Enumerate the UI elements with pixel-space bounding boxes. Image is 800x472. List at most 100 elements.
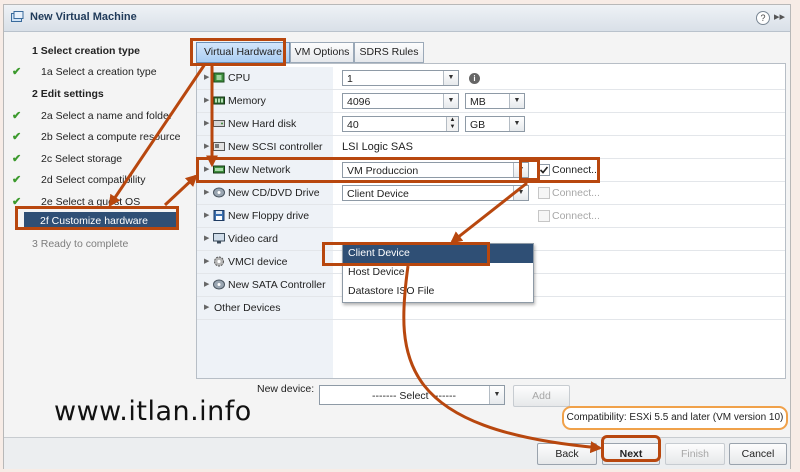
floppy-connect-label: Connect... (552, 210, 600, 222)
gear-icon (214, 256, 224, 267)
chevron-down-icon[interactable]: ▼ (513, 186, 528, 200)
network-connect-label: Connect... (552, 164, 600, 176)
tab-vm-options[interactable]: VM Options (290, 42, 354, 63)
tab-virtual-hardware[interactable]: Virtual Hardware (196, 42, 290, 63)
chevron-down-icon[interactable]: ▼ (509, 117, 524, 131)
menu-item-client-device[interactable]: Client Device (343, 244, 533, 263)
memory-unit-select[interactable]: MB ▼ (465, 93, 525, 109)
cdrom-label-cell[interactable]: ▶ New CD/DVD Drive (197, 182, 333, 204)
chevron-down-icon[interactable]: ▼ (443, 94, 458, 108)
wizard-step-label: 2c Select storage (41, 153, 123, 165)
network-select[interactable]: VM Produccion ▼ (342, 162, 529, 178)
cdrom-value: Client Device (347, 188, 409, 200)
wizard-step-label: 2e Select a guest OS (41, 196, 141, 208)
sata-label: New SATA Controller (228, 279, 326, 291)
tab-sdrs-rules[interactable]: SDRS Rules (354, 42, 424, 63)
disk-label: New Hard disk (228, 118, 297, 130)
wizard-step-item[interactable]: 2f Customize hardware (24, 212, 176, 230)
memory-icon (213, 96, 225, 105)
expand-arrow-icon[interactable]: ▶ (204, 113, 209, 135)
expand-arrow-icon[interactable]: ▶ (204, 251, 209, 273)
expand-arrow-icon[interactable]: ▶ (204, 297, 209, 319)
memory-input[interactable]: 4096 ▼ (342, 93, 459, 109)
vmci-label: VMCI device (228, 256, 288, 268)
scsi-label-cell[interactable]: ▶ New SCSI controller (197, 136, 333, 158)
floppy-connect-checkbox[interactable] (538, 210, 550, 222)
main-panel: Virtual Hardware VM Options SDRS Rules ▶… (187, 32, 788, 437)
back-button[interactable]: Back (537, 443, 597, 465)
expand-arrow-icon[interactable]: ▶ (204, 67, 209, 89)
disk-value: 40 (347, 119, 359, 131)
disk-unit: GB (470, 119, 486, 131)
next-button[interactable]: Next (602, 443, 660, 465)
add-device-button[interactable]: Add (513, 385, 570, 407)
row-floppy: ▶ New Floppy drive Connect... (197, 205, 785, 228)
wizard-step-label: 2 Edit settings (32, 88, 104, 100)
sata-label-cell[interactable]: ▶ New SATA Controller (197, 274, 333, 296)
network-value: VM Produccion (347, 165, 419, 177)
memory-label-cell[interactable]: ▶ Memory (197, 90, 333, 112)
expand-arrow-icon[interactable]: ▶ (204, 159, 209, 181)
cpu-select[interactable]: 1 ▼ (342, 70, 459, 86)
finish-button[interactable]: Finish (665, 443, 725, 465)
menu-item-datastore-iso[interactable]: Datastore ISO File (343, 282, 533, 301)
expand-icon[interactable]: ▸▸ (774, 10, 785, 23)
wizard-step-label: 2f Customize hardware (40, 215, 148, 227)
chevron-down-icon[interactable]: ▼ (513, 163, 528, 177)
checkmark-icon: ✔ (12, 174, 22, 186)
spinner-icon[interactable]: ▲ ▼ (446, 117, 458, 131)
other-label: Other Devices (214, 302, 281, 314)
help-icon[interactable]: ? (756, 11, 770, 25)
vmci-label-cell[interactable]: ▶ VMCI device (197, 251, 333, 273)
label-column-filler (197, 320, 333, 378)
disk-size-input[interactable]: 40 ▲ ▼ (342, 116, 459, 132)
cpu-label-cell[interactable]: ▶ CPU (197, 67, 333, 89)
hardware-list: ▶ CPU 1 ▼ i ▶ Memory 4096 ▼ MB ▼ ▶ New H… (196, 63, 786, 379)
expand-arrow-icon[interactable]: ▶ (204, 274, 209, 296)
hard-disk-icon (213, 120, 225, 127)
menu-item-host-device[interactable]: Host Device (343, 263, 533, 282)
cdrom-select[interactable]: Client Device ▼ (342, 185, 529, 201)
video-label-cell[interactable]: ▶ Video card (197, 228, 333, 250)
wizard-step-label: 1a Select a creation type (41, 66, 157, 78)
floppy-label: New Floppy drive (228, 210, 310, 222)
disk-label-cell[interactable]: ▶ New Hard disk (197, 113, 333, 135)
expand-arrow-icon[interactable]: ▶ (204, 136, 209, 158)
chevron-down-icon[interactable]: ▼ (443, 71, 458, 85)
memory-unit: MB (470, 96, 486, 108)
checkmark-icon (539, 166, 549, 174)
network-card-icon (213, 165, 225, 174)
wizard-step-label: 2d Select compatibility (41, 174, 146, 186)
expand-arrow-icon[interactable]: ▶ (204, 228, 209, 250)
expand-arrow-icon[interactable]: ▶ (204, 90, 209, 112)
chevron-down-icon[interactable]: ▼ (489, 386, 504, 404)
cancel-button[interactable]: Cancel (729, 443, 787, 465)
checkmark-icon: ✔ (12, 131, 22, 143)
new-device-select[interactable]: ------- Select ------- ▼ (319, 385, 505, 405)
row-memory: ▶ Memory 4096 ▼ MB ▼ (197, 90, 785, 113)
expand-arrow-icon[interactable]: ▶ (204, 205, 209, 227)
cdrom-dropdown-menu: Client Device Host Device Datastore ISO … (342, 243, 534, 303)
other-label-cell[interactable]: ▶ Other Devices (197, 297, 333, 319)
cpu-icon (213, 72, 225, 83)
wizard-step-label: 2b Select a compute resource (41, 131, 181, 143)
compatibility-badge: Compatibility: ESXi 5.5 and later (VM ve… (562, 406, 788, 430)
checkmark-icon: ✔ (12, 66, 22, 78)
memory-label: Memory (228, 95, 266, 107)
scsi-label: New SCSI controller (228, 141, 323, 153)
checkmark-icon: ✔ (12, 196, 22, 208)
info-icon[interactable]: i (469, 73, 480, 84)
cdrom-connect-checkbox[interactable] (538, 187, 550, 199)
wizard-steps: 1 Select creation type ✔ 1a Select a creat… (4, 32, 185, 437)
network-connect-checkbox[interactable] (538, 164, 550, 176)
floppy-icon (213, 210, 225, 221)
wizard-step-label: 3 Ready to complete (32, 238, 129, 250)
expand-arrow-icon[interactable]: ▶ (204, 182, 209, 204)
chevron-down-icon[interactable]: ▼ (509, 94, 524, 108)
video-label: Video card (228, 233, 279, 245)
floppy-label-cell[interactable]: ▶ New Floppy drive (197, 205, 333, 227)
network-label-cell[interactable]: ▶ New Network (197, 159, 333, 181)
disk-unit-select[interactable]: GB ▼ (465, 116, 525, 132)
memory-value: 4096 (347, 96, 371, 108)
row-scsi: ▶ New SCSI controller LSI Logic SAS (197, 136, 785, 159)
